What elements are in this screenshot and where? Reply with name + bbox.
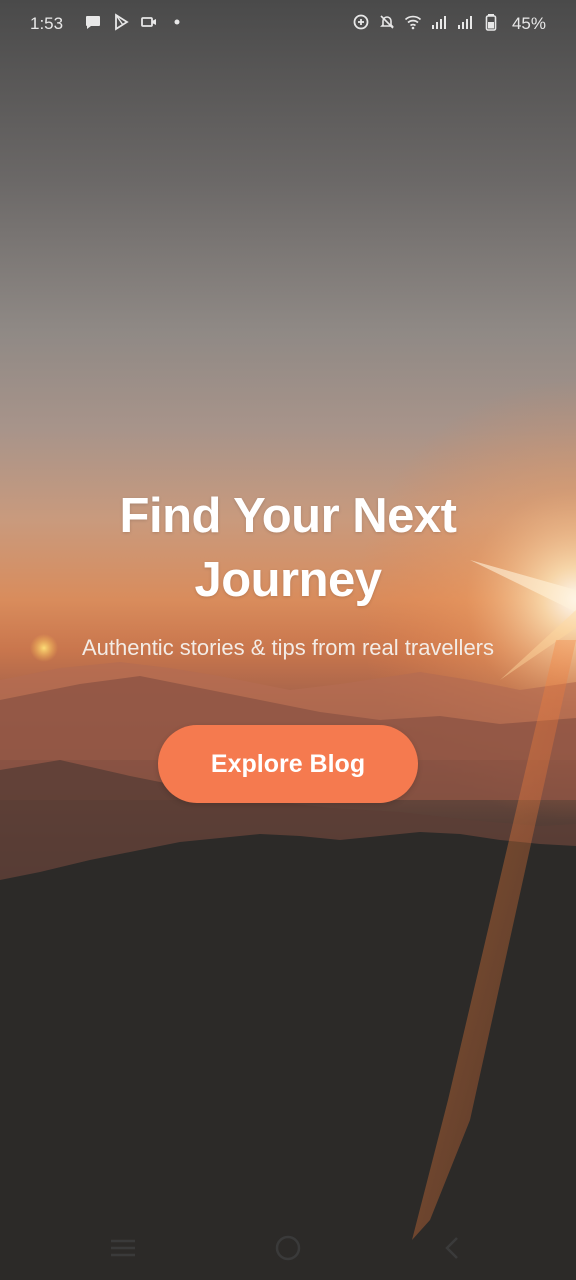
back-icon[interactable] <box>432 1232 472 1264</box>
status-time: 1:53 <box>30 14 64 33</box>
hero-subtitle: Authentic stories & tips from real trave… <box>81 635 495 660</box>
home-icon[interactable] <box>268 1232 308 1264</box>
wifi-icon <box>404 13 422 31</box>
data-saver-icon <box>352 13 370 31</box>
chat-bubble-icon <box>84 13 102 31</box>
muted-bell-icon <box>378 13 396 31</box>
hero-title: Find Your Next Journey <box>119 489 457 607</box>
status-system-icons <box>352 13 500 31</box>
battery-icon <box>482 13 500 31</box>
signal-icon <box>430 13 448 31</box>
menu-icon[interactable] <box>103 1232 143 1264</box>
explore-blog-button[interactable]: Explore Blog <box>158 725 418 803</box>
system-nav-bar <box>0 1216 576 1280</box>
signal-icon <box>456 13 474 31</box>
battery-percent: 45% <box>511 14 546 33</box>
status-bar: 1:53 45% <box>0 0 576 50</box>
video-icon <box>140 13 158 31</box>
dot-icon <box>168 13 186 31</box>
play-store-icon <box>112 13 130 31</box>
status-notification-icons <box>84 13 186 31</box>
app-screen: 1:53 45% Find Your Next Journey Authenti… <box>0 0 576 1280</box>
